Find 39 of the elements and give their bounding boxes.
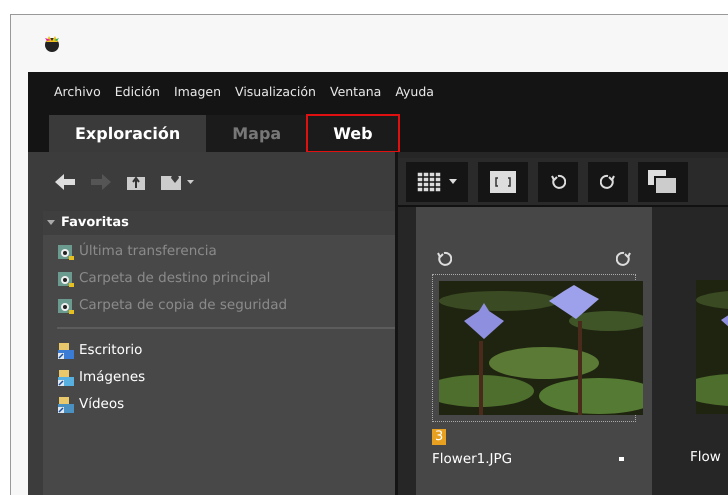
folder-item[interactable]: Imágenes	[57, 364, 395, 391]
caret-icon	[187, 180, 194, 184]
section-header[interactable]: Favoritas	[43, 211, 395, 235]
grid-icon	[417, 172, 441, 192]
compare-button[interactable]	[638, 162, 688, 202]
overlapping-windows-icon	[648, 170, 678, 194]
menu-item[interactable]: Ventana	[330, 82, 382, 102]
frame-icon	[490, 170, 516, 192]
menu-item[interactable]: Archivo	[54, 82, 101, 102]
tab[interactable]: Exploración	[49, 115, 206, 152]
tab[interactable]: Web	[307, 115, 399, 152]
camera-folder-icon	[57, 296, 75, 314]
folder-icon	[57, 396, 75, 414]
menu-item[interactable]: Edición	[114, 82, 160, 102]
filename: Flower1.JPG	[432, 450, 512, 469]
folder-icon	[57, 342, 75, 360]
full-screen-button[interactable]	[478, 162, 528, 202]
folder-icon	[57, 368, 75, 386]
back-arrow-icon[interactable]	[54, 172, 76, 190]
menu-item[interactable]: Ayuda	[395, 82, 434, 102]
menu-item[interactable]: Imagen	[174, 82, 222, 102]
section-title: Favoritas	[61, 214, 129, 232]
rotate-right-icon[interactable]	[600, 174, 616, 190]
rotate-right-icon[interactable]	[616, 251, 632, 267]
menu-item[interactable]: Visualización	[235, 82, 316, 102]
thumbnail-card[interactable]: 3 Flower1.JPG	[416, 207, 652, 495]
rotate-left-icon[interactable]	[436, 251, 452, 267]
folder-item[interactable]: Vídeos	[57, 391, 395, 418]
rating-badge: 3	[432, 429, 446, 445]
view-mode-button[interactable]	[406, 162, 468, 202]
camera-folder-icon	[57, 242, 75, 260]
folder-item[interactable]: Escritorio	[57, 337, 395, 364]
filename: Flow	[690, 448, 721, 467]
rotate-right-button[interactable]	[588, 162, 628, 202]
camera-folder-icon	[57, 270, 75, 288]
caret-icon	[449, 179, 457, 184]
rotate-left-button[interactable]	[538, 162, 578, 202]
rotate-left-icon[interactable]	[550, 174, 566, 190]
app-logo-icon	[43, 34, 61, 52]
